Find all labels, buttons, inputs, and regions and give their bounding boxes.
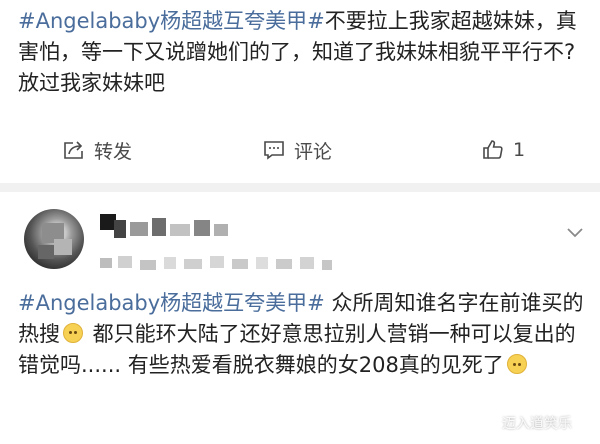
username-blurred[interactable] <box>100 214 240 242</box>
post-content: #Angelababy杨超越互夸美甲#不要拉上我家超越妹妹，真害怕，等一下又说蹭… <box>18 6 588 99</box>
repost-icon <box>62 138 86 162</box>
weibo-post-card: #Angelababy杨超越互夸美甲# 众所周知谁名字在前谁买的热搜 都只能环大… <box>0 192 600 444</box>
avatar[interactable] <box>24 209 84 269</box>
weibo-post-card: #Angelababy杨超越互夸美甲#不要拉上我家超越妹妹，真害怕，等一下又说蹭… <box>0 0 600 183</box>
post-body-text: 都只能环大陆了还好意思拉别人营销一种可以复出的错觉吗...... 有些热爱看脱衣… <box>18 322 576 377</box>
like-button[interactable]: 1 <box>481 130 525 170</box>
hashtag-link[interactable]: #Angelababy杨超越互夸美甲# <box>18 291 325 315</box>
comment-icon <box>262 138 286 162</box>
thumbs-up-icon <box>481 138 505 162</box>
post-action-bar: 转发 评论 1 <box>0 130 600 170</box>
post-meta-blurred <box>100 256 340 272</box>
watermark: 迈入道笑乐 <box>502 416 572 432</box>
sweat-emoji-icon <box>506 354 527 374</box>
smile-emoji-icon <box>63 323 83 343</box>
repost-label: 转发 <box>94 140 133 163</box>
repost-button[interactable]: 转发 <box>62 130 132 170</box>
comment-label: 评论 <box>294 140 333 163</box>
post-content: #Angelababy杨超越互夸美甲# 众所周知谁名字在前谁买的热搜 都只能环大… <box>18 288 593 381</box>
comment-button[interactable]: 评论 <box>262 130 332 170</box>
hashtag-link[interactable]: #Angelababy杨超越互夸美甲# <box>18 9 325 33</box>
chevron-down-icon <box>563 228 587 248</box>
like-count: 1 <box>513 139 526 161</box>
post-menu-button[interactable] <box>563 220 587 244</box>
